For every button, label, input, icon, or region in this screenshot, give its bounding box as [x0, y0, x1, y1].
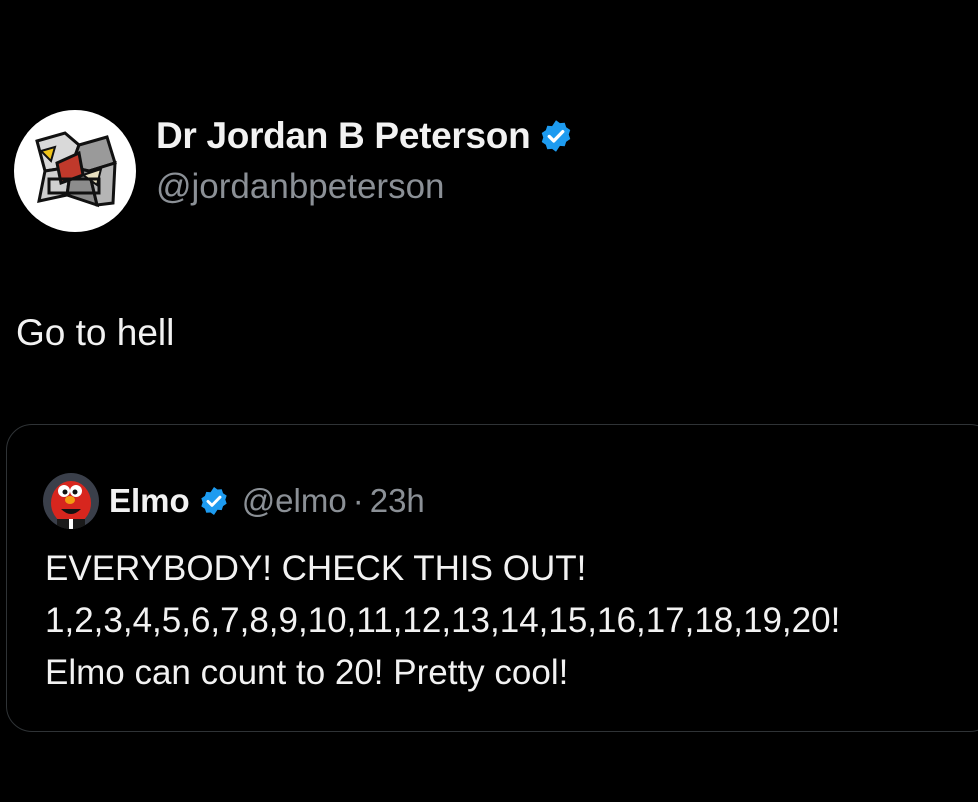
- quoted-tweet-line: Elmo can count to 20! Pretty cool!: [45, 653, 569, 692]
- author-handle[interactable]: @jordanbpeterson: [156, 167, 574, 207]
- quoted-tweet-timestamp[interactable]: 23h: [370, 482, 425, 520]
- author-avatar[interactable]: [14, 110, 136, 232]
- verified-badge-icon: [201, 487, 227, 515]
- tweet: Dr Jordan B Peterson @jordanbpeterson Go…: [0, 0, 978, 802]
- quoted-tweet-line: EVERYBODY! CHECK THIS OUT!: [45, 549, 587, 588]
- cubist-self-portrait-avatar: [27, 123, 123, 219]
- quoted-tweet-text: EVERYBODY! CHECK THIS OUT! 1,2,3,4,5,6,7…: [45, 543, 840, 699]
- quoted-tweet-line: 1,2,3,4,5,6,7,8,9,10,11,12,13,14,15,16,1…: [45, 601, 841, 640]
- elmo-avatar: [43, 473, 99, 529]
- quoted-tweet[interactable]: Elmo @elmo · 23h EVERYBODY! CHECK THIS O…: [6, 424, 978, 732]
- tweet-text: Go to hell: [16, 312, 175, 353]
- quoted-tweet-header: Elmo @elmo · 23h: [43, 473, 425, 529]
- author-display-name[interactable]: Dr Jordan B Peterson: [156, 115, 531, 157]
- tweet-header: Dr Jordan B Peterson @jordanbpeterson: [14, 110, 574, 232]
- meta-separator: ·: [352, 482, 364, 519]
- name-row: Dr Jordan B Peterson: [156, 115, 574, 157]
- verified-badge-icon: [542, 120, 571, 152]
- quoted-author-handle[interactable]: @elmo: [242, 482, 347, 520]
- quoted-author-avatar[interactable]: [43, 473, 99, 529]
- author-names: Dr Jordan B Peterson @jordanbpeterson: [156, 115, 574, 207]
- quoted-author-display-name[interactable]: Elmo: [109, 482, 190, 520]
